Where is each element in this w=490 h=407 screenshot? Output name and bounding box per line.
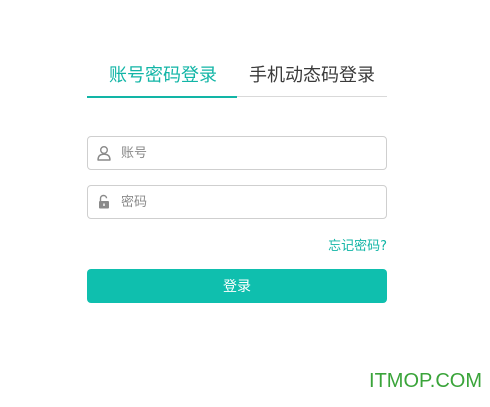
lock-icon [96,194,112,210]
forgot-password-link[interactable]: 忘记密码? [328,235,387,254]
watermark-logo: ITMOP.COM [369,370,482,392]
login-panel: 账号密码登录 手机动态码登录 忘记密码? 登录 [87,60,387,303]
user-icon [96,145,112,161]
username-field[interactable] [87,136,387,170]
password-field[interactable] [87,185,387,219]
login-tabs: 账号密码登录 手机动态码登录 [87,60,387,98]
tab-account-login[interactable]: 账号密码登录 [109,64,217,88]
login-button[interactable]: 登录 [87,269,387,303]
active-tab-indicator [87,96,237,98]
tab-sms-login[interactable]: 手机动态码登录 [249,64,375,88]
username-input[interactable] [121,137,371,169]
password-input[interactable] [121,186,371,218]
